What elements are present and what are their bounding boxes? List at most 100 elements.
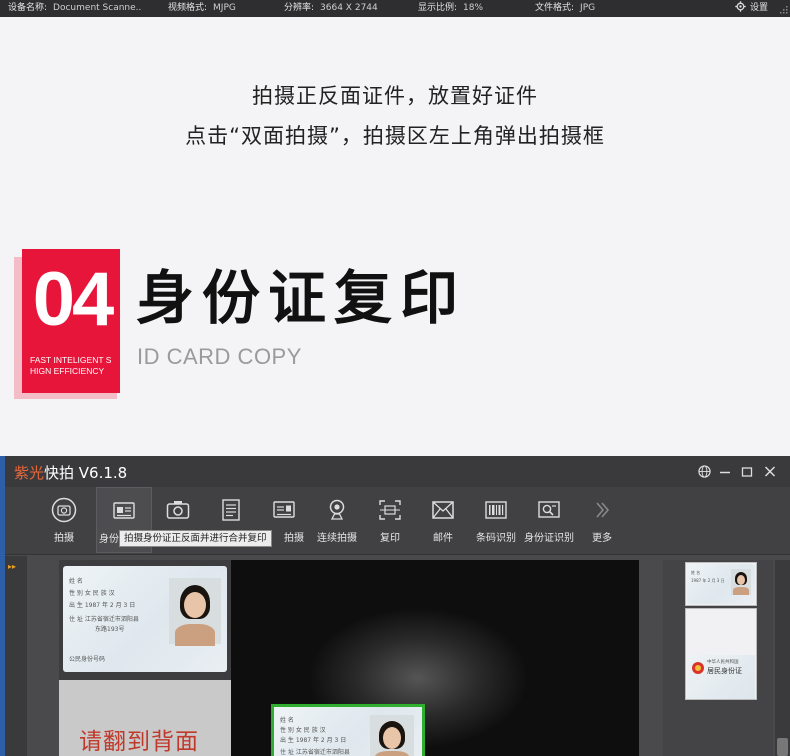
status-bar: 设备名称: Document Scanne.. 视频格式: MJPG 分辨率: 366… [0, 0, 790, 17]
live-sex-label: 性 别 [280, 727, 294, 734]
section-number: 04 [32, 257, 115, 342]
merged-back-card: 中华人民共和国 居民身份证 [687, 655, 755, 699]
section-tagline: FAST INTELIGENT S HIGN EFFICIENCY [30, 355, 111, 377]
zoom-status: 显示比例: 18% [418, 0, 483, 17]
filetype-value: JPG [580, 3, 596, 13]
app-title: 紫光快拍 V6.1.8 [14, 462, 127, 483]
scrollbar-thumb[interactable] [777, 738, 788, 756]
live-birth-value: 1987 年 2 月 3 日 [295, 737, 347, 744]
more-label: 更多 [592, 533, 612, 544]
live-card-photo [370, 715, 414, 756]
expand-arrow-icon[interactable]: ▸▸ [8, 562, 16, 571]
format-value: MJPG [213, 3, 236, 13]
flip-prompt-card: 请翻到背面 [59, 680, 231, 756]
card-ethnic-value: 汉 [108, 590, 115, 597]
live-ethnic-value: 汉 [319, 727, 326, 734]
barcode-icon [485, 501, 507, 519]
copy-button[interactable]: 复印 [362, 487, 418, 553]
merged-front-photo [731, 569, 751, 595]
continuous-capture-button[interactable]: 连续拍摄 [309, 487, 365, 553]
merged-copy-panel: 姓 名 1987 年 2 月 3 日 中华人民共和国 居民身份证 [663, 560, 773, 756]
filetype-label: 文件格式: [535, 3, 575, 13]
card-ethnic-label: 民 族 [92, 590, 107, 597]
page: 设备名称: Document Scanne.. 视频格式: MJPG 分辨率: 366… [0, 0, 790, 756]
card-id-number-label: 公民身份号码 [69, 656, 106, 663]
barcode-label: 条码识别 [476, 533, 516, 544]
webcam-icon [329, 499, 345, 520]
id-recognize-button[interactable]: 身份证识别 [521, 487, 577, 553]
live-address-value: 江苏省宿迁市泗阳县 [295, 749, 350, 756]
card-sex-value: 女 [84, 590, 91, 597]
format-status: 视频格式: MJPG [168, 0, 236, 17]
national-emblem-icon [692, 662, 704, 674]
device-label: 设备名称: [8, 3, 48, 13]
vertical-scrollbar[interactable] [775, 560, 790, 756]
camera-icon [166, 501, 190, 519]
resolution-label: 分辨率: [284, 3, 315, 13]
close-icon[interactable] [764, 465, 776, 478]
device-value: Document Scanne.. [53, 3, 142, 13]
merged-front-thumbnail[interactable]: 姓 名 1987 年 2 月 3 日 [685, 562, 757, 606]
barcode-button[interactable]: 条码识别 [468, 487, 524, 553]
capture-frame: 姓 名 性 别 女 民 族 汉 出 生 1987 年 2 月 3 日 住 址 江… [271, 704, 425, 756]
settings-button[interactable]: 设置 [735, 0, 768, 17]
minimize-icon[interactable] [719, 465, 731, 478]
live-id-card: 姓 名 性 别 女 民 族 汉 出 生 1987 年 2 月 3 日 住 址 江… [274, 707, 422, 756]
globe-icon[interactable] [698, 465, 711, 478]
zoom-value: 18% [463, 3, 484, 13]
back-title-text: 居民身份证 [707, 667, 742, 675]
mail-label: 邮件 [433, 533, 453, 544]
id-card-icon [113, 502, 135, 519]
section-number-box: 04 FAST INTELIGENT S HIGN EFFICIENCY [22, 249, 120, 393]
merged-back-thumbnail[interactable]: 中华人民共和国 居民身份证 [685, 608, 757, 700]
chevron-double-right-icon [596, 502, 610, 518]
card-address-value-1: 江苏省宿迁市泗阳县 [84, 616, 139, 623]
section-tagline-line-2: HIGN EFFICIENCY [30, 366, 105, 376]
camera-lens-icon [51, 497, 77, 523]
id-recognize-icon [538, 501, 560, 518]
camera-preview[interactable]: 姓 名 性 别 女 民 族 汉 出 生 1987 年 2 月 3 日 住 址 江… [231, 560, 639, 756]
card-photo [169, 578, 221, 646]
more-button[interactable]: 更多 [574, 487, 630, 553]
id-card-front-thumbnail[interactable]: 姓 名 性 别 女 民 族 汉 出 生 1987 年 2 月 3 日 住 址 江… [63, 566, 227, 672]
maximize-icon[interactable] [741, 465, 753, 478]
intro-line-2: 点击“双面拍摄”，拍摄区左上角弹出拍摄框 [185, 124, 605, 148]
capture-label: 拍摄 [54, 533, 74, 544]
section-title: 身份证复印 [136, 264, 467, 332]
toolbar-tooltip: 拍摄身份证正反面并进行合并复印 [119, 530, 272, 547]
mail-button[interactable]: 邮件 [415, 487, 471, 553]
app-window: 紫光快拍 V6.1.8 拍摄 身份 拍摄 连续拍摄 复印 邮件 条码识别 身份证… [5, 456, 790, 756]
document-icon [222, 499, 240, 521]
app-title-text: 快拍 V6.1.8 [44, 464, 128, 482]
captured-list: 姓 名 性 别 女 民 族 汉 出 生 1987 年 2 月 3 日 住 址 江… [59, 560, 231, 756]
card-name-label: 姓 名 [69, 578, 83, 585]
card-address-value-2: 东路193号 [95, 626, 125, 633]
format-label: 视频格式: [168, 3, 208, 13]
section-tagline-line-1: FAST INTELIGENT S [30, 355, 112, 365]
live-birth-label: 出 生 [280, 737, 294, 744]
app-brand: 紫光 [14, 464, 45, 482]
live-sex-value: 女 [295, 727, 302, 734]
continuous-capture-label: 连续拍摄 [317, 533, 357, 544]
flip-prompt-text: 请翻到背面 [79, 729, 199, 755]
app-titlebar: 紫光快拍 V6.1.8 [5, 456, 790, 487]
resize-grip-icon[interactable] [778, 4, 788, 14]
card-address-label: 住 址 [69, 616, 83, 623]
device-status: 设备名称: Document Scanne.. [8, 0, 141, 17]
filetype-status: 文件格式: JPG [535, 0, 595, 17]
card-birth-label: 出 生 [69, 602, 83, 609]
live-address-label: 住 址 [280, 749, 294, 756]
merged-birth-value: 1987 年 2 月 3 日 [691, 578, 725, 583]
card-sex-label: 性 别 [69, 590, 83, 597]
section-subtitle: ID CARD COPY [137, 344, 302, 369]
copy-frame-icon [379, 500, 401, 520]
resolution-status: 分辨率: 3664 X 2744 [284, 0, 378, 17]
intro-text: 拍摄正反面证件，放置好证件 点击“双面拍摄”，拍摄区左上角弹出拍摄框 [0, 76, 790, 156]
back-country-text: 中华人民共和国 [707, 660, 739, 665]
merged-front-card: 姓 名 1987 年 2 月 3 日 [687, 564, 755, 604]
capture-button[interactable]: 拍摄 [36, 487, 92, 553]
left-collapse-strip[interactable]: ▸▸ [5, 556, 27, 756]
settings-label: 设置 [749, 3, 768, 13]
merged-name-label: 姓 名 [691, 570, 701, 575]
zoom-label: 显示比例: [418, 3, 458, 13]
